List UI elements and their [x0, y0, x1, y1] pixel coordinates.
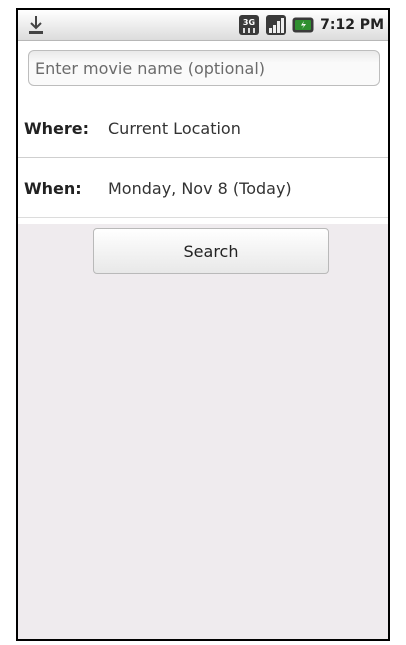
- status-time: 7:12 PM: [320, 17, 384, 33]
- signal-icon: [266, 15, 287, 35]
- svg-text:3G: 3G: [243, 18, 255, 27]
- when-value: Monday, Nov 8 (Today): [108, 178, 292, 198]
- battery-icon: [292, 17, 314, 33]
- 3g-icon: 3G: [239, 15, 260, 35]
- form-panel: Where: Current Location When: Monday, No…: [18, 41, 388, 224]
- where-row[interactable]: Where: Current Location: [18, 99, 388, 158]
- where-value: Current Location: [108, 118, 241, 138]
- status-bar: 3G 7:12 PM: [18, 10, 388, 41]
- download-icon: [29, 16, 43, 34]
- where-label: Where:: [24, 118, 90, 138]
- search-button[interactable]: Search: [93, 228, 329, 274]
- movie-name-input[interactable]: [28, 50, 380, 86]
- phone-screen: 3G 7:12 PM Where: Current: [16, 8, 390, 641]
- when-row[interactable]: When: Monday, Nov 8 (Today): [18, 159, 388, 218]
- when-label: When:: [24, 178, 82, 198]
